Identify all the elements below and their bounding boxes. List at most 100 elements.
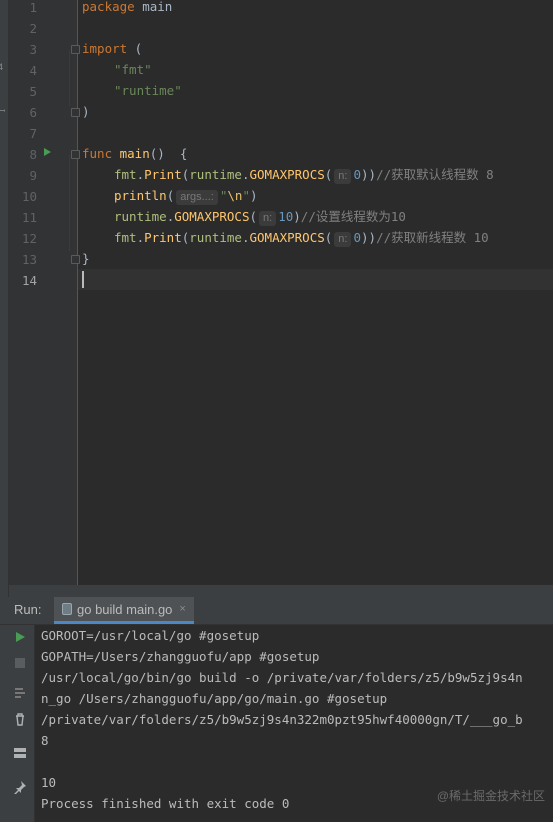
fold-icon[interactable] bbox=[71, 150, 80, 159]
line-number: 8 bbox=[29, 147, 37, 162]
package-name: runtime bbox=[189, 167, 242, 182]
string-literal: "fmt" bbox=[114, 62, 152, 77]
package-name: fmt bbox=[114, 167, 137, 182]
punctuation: ( bbox=[127, 41, 143, 56]
comment: //获取默认线程数 8 bbox=[376, 167, 494, 182]
code-line-8: func main() { bbox=[82, 143, 187, 164]
punctuation: ) bbox=[249, 188, 258, 203]
code-line-12: fmt.Print(runtime.GOMAXPROCS(n: 0))//获取新线… bbox=[114, 227, 489, 248]
parameter-hint: args...: bbox=[176, 190, 218, 205]
console-line: 8 bbox=[41, 733, 49, 748]
console-line: GOPATH=/Users/zhangguofu/app #gosetup bbox=[41, 649, 320, 664]
console-line: 10 bbox=[41, 775, 57, 790]
stop-icon[interactable] bbox=[12, 655, 28, 671]
soft-wrap-icon[interactable] bbox=[12, 685, 28, 701]
fold-icon[interactable] bbox=[71, 45, 80, 54]
console-line: /usr/local/go/bin/go build -o /private/v… bbox=[41, 670, 523, 685]
string-literal: "runtime" bbox=[114, 83, 182, 98]
fold-icon[interactable] bbox=[71, 108, 80, 117]
package-name: runtime bbox=[114, 209, 167, 224]
line-number: 6 bbox=[29, 105, 37, 120]
line-number: 10 bbox=[21, 189, 37, 204]
identifier: main bbox=[134, 0, 173, 14]
keyword: func bbox=[82, 146, 113, 161]
punctuation: . bbox=[136, 230, 145, 245]
parameter-hint: n: bbox=[259, 211, 277, 226]
watermark: @稀土掘金技术社区 bbox=[436, 789, 545, 803]
run-icon[interactable] bbox=[12, 629, 28, 645]
code-line-10: println(args...: "\n") bbox=[114, 185, 258, 206]
line-number: 12 bbox=[21, 231, 37, 246]
console-line: n_go /Users/zhangguofu/app/go/main.go #g… bbox=[41, 691, 388, 706]
punctuation: )) bbox=[361, 167, 377, 182]
run-toolbar bbox=[0, 625, 35, 822]
line-number: 1 bbox=[29, 0, 37, 15]
punctuation: ( bbox=[166, 188, 175, 203]
fold-icon[interactable] bbox=[71, 255, 80, 264]
code-line-1: package main bbox=[82, 0, 172, 17]
run-panel-label: Run: bbox=[14, 602, 42, 617]
punctuation: () { bbox=[149, 146, 188, 161]
run-config-tab[interactable]: go build main.go × bbox=[54, 597, 194, 624]
code-line-9: fmt.Print(runtime.GOMAXPROCS(n: 0))//获取默认… bbox=[114, 164, 494, 185]
punctuation: } bbox=[82, 251, 90, 266]
panel-splitter[interactable] bbox=[9, 585, 553, 597]
pin-icon[interactable] bbox=[12, 779, 28, 795]
comment: //获取新线程数 10 bbox=[376, 230, 489, 245]
close-icon[interactable]: × bbox=[179, 603, 185, 615]
console-line: /private/var/folders/z5/b9w5zj9s4n322m0p… bbox=[41, 712, 523, 727]
comment: //设置线程数为10 bbox=[300, 209, 406, 224]
current-line-highlight bbox=[78, 269, 553, 290]
line-number: 3 bbox=[29, 42, 37, 57]
indent-guide bbox=[69, 155, 70, 251]
function-call: println bbox=[114, 188, 167, 203]
function-call: GOMAXPROCS bbox=[249, 167, 325, 182]
number-literal: 10 bbox=[278, 209, 294, 224]
code-line-13: } bbox=[82, 248, 90, 269]
parameter-hint: n: bbox=[334, 169, 352, 184]
punctuation: ) bbox=[293, 209, 301, 224]
function-call: GOMAXPROCS bbox=[174, 209, 250, 224]
punctuation: . bbox=[241, 230, 250, 245]
package-name: runtime bbox=[189, 230, 242, 245]
function-name: main bbox=[112, 146, 150, 161]
punctuation: ( bbox=[324, 230, 333, 245]
run-gutter-icon[interactable] bbox=[44, 148, 51, 156]
code-line-3: import ( bbox=[82, 38, 142, 59]
code-line-6: ) bbox=[82, 101, 90, 122]
side-tab-marker[interactable]: 4 bbox=[0, 62, 8, 72]
package-name: fmt bbox=[114, 230, 137, 245]
line-number: 9 bbox=[29, 168, 37, 183]
function-call: Print bbox=[144, 167, 182, 182]
punctuation: . bbox=[136, 167, 145, 182]
text-caret bbox=[82, 271, 84, 288]
line-number: 5 bbox=[29, 84, 37, 99]
go-file-icon bbox=[62, 603, 72, 615]
code-editor[interactable]: 1 2 3 4 5 6 7 8 9 10 11 12 13 14 package… bbox=[9, 0, 553, 585]
punctuation: . bbox=[241, 167, 250, 182]
number-literal: 0 bbox=[353, 230, 362, 245]
number-literal: 0 bbox=[353, 167, 362, 182]
line-number: 4 bbox=[29, 63, 37, 78]
side-tab-marker[interactable]: ꟷ bbox=[0, 104, 8, 117]
console-line: GOROOT=/usr/local/go #gosetup bbox=[41, 628, 260, 643]
string-literal: " bbox=[242, 188, 250, 203]
line-number: 11 bbox=[21, 210, 37, 225]
trash-icon[interactable] bbox=[12, 711, 28, 727]
layout-icon[interactable] bbox=[12, 745, 28, 761]
escape-sequence: \n bbox=[227, 188, 243, 203]
keyword: import bbox=[82, 41, 128, 56]
code-line-5: "runtime" bbox=[114, 80, 182, 101]
run-tab-label: go build main.go bbox=[77, 601, 173, 617]
line-number: 13 bbox=[21, 252, 37, 267]
line-number: 2 bbox=[29, 21, 37, 36]
parameter-hint: n: bbox=[334, 232, 352, 247]
console-line: Process finished with exit code 0 bbox=[41, 796, 290, 811]
punctuation: )) bbox=[361, 230, 377, 245]
code-line-4: "fmt" bbox=[114, 59, 152, 80]
code-line-11: runtime.GOMAXPROCS(n: 10)//设置线程数为10 bbox=[114, 206, 406, 227]
punctuation: ( bbox=[324, 167, 333, 182]
line-number: 7 bbox=[29, 126, 37, 141]
line-number-current: 14 bbox=[21, 273, 37, 288]
function-call: Print bbox=[144, 230, 182, 245]
